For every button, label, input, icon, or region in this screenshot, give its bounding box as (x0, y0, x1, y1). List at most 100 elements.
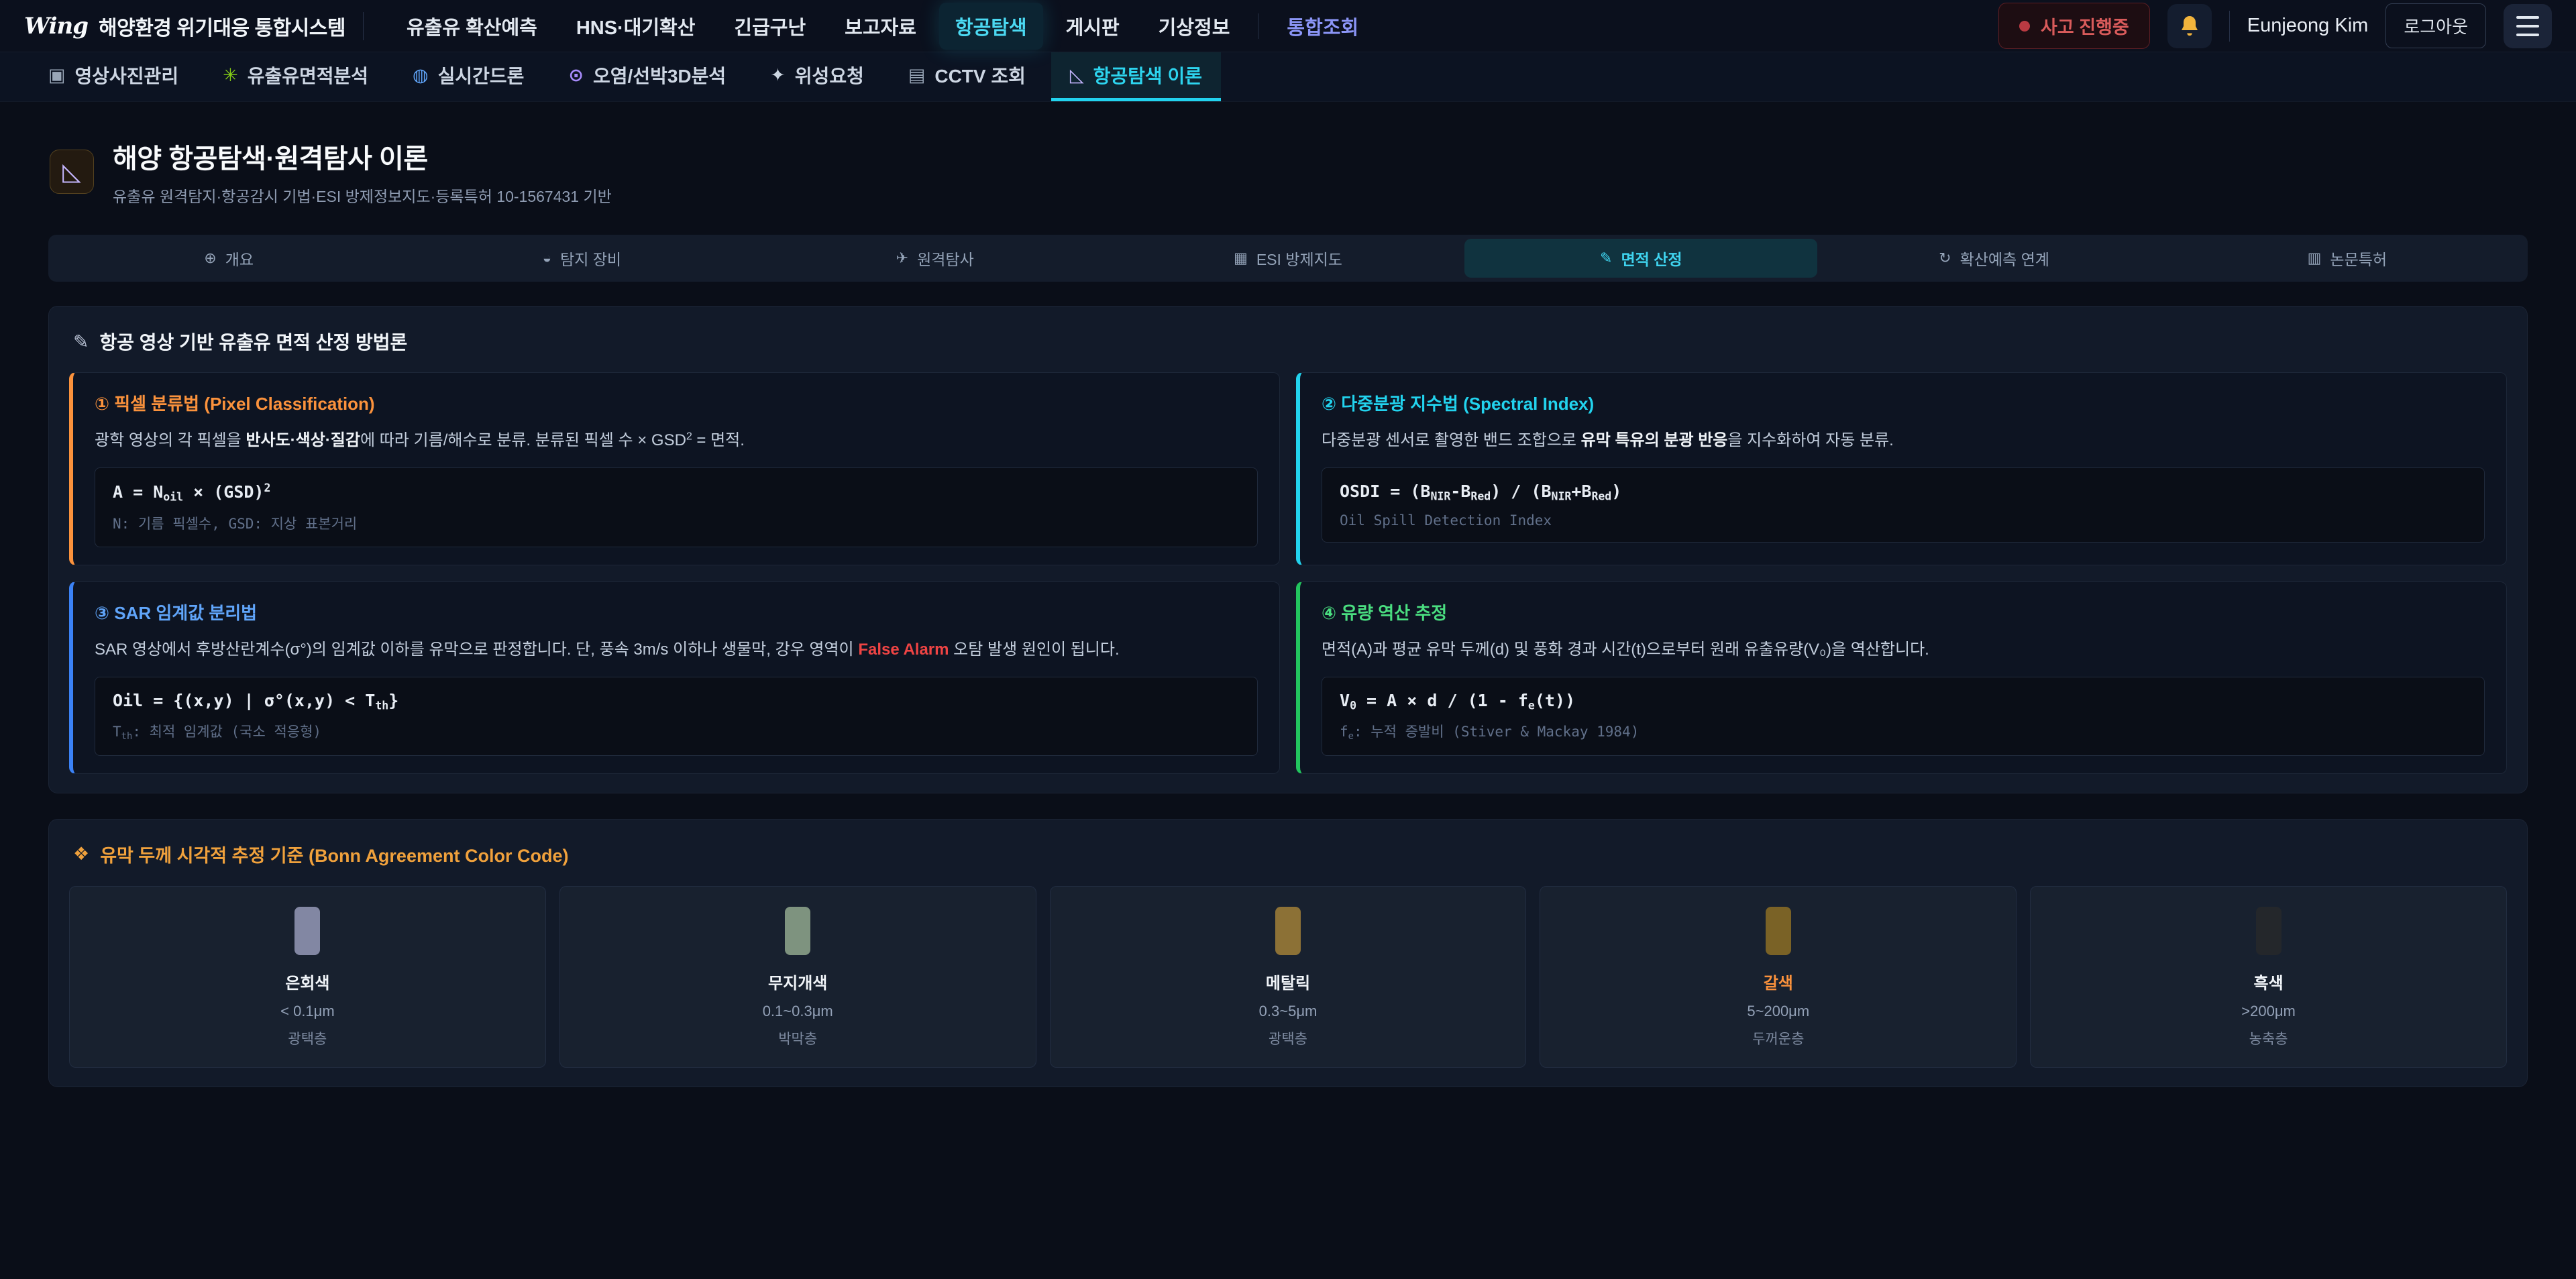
nav-item-weather-info[interactable]: 기상정보 (1142, 3, 1246, 50)
tab-papers-patents[interactable]: ▥논문특허 (2171, 239, 2524, 278)
tab-remote-sensing[interactable]: ✈원격탐사 (759, 239, 1112, 278)
bonn-grid: 은회색< 0.1μm광택층무지개색0.1~0.3μm박막층메탈릭0.3~5μm광… (69, 886, 2507, 1068)
formula-block: V0 = A × d / (1 - fe(t))fe: 누적 증발비 (Stiv… (1322, 677, 2485, 756)
bell-icon (2178, 14, 2202, 38)
methods-grid: ① 픽셀 분류법 (Pixel Classification)광학 영상의 각 … (69, 372, 2507, 774)
satellite-icon: ✦ (770, 65, 786, 86)
notifications-button[interactable] (2167, 4, 2212, 48)
ufo-icon: ◍ (413, 65, 429, 86)
method-card-title: ④ 유량 역산 추정 (1322, 600, 2485, 624)
tab-esi-map[interactable]: ▦ESI 방제지도 (1112, 239, 1464, 278)
bonn-thickness: 0.1~0.3μm (568, 1003, 1028, 1020)
top-nav: 유출유 확산예측HNS·대기확산긴급구난보고자료항공탐색게시판기상정보 통합조회 (390, 3, 1375, 50)
formula-text: OSDI = (BNIR-BRed) / (BNIR+BRed) (1340, 482, 2467, 503)
methods-panel: ✎ 항공 영상 기반 유출유 면적 산정 방법론 ① 픽셀 분류법 (Pixel… (48, 306, 2528, 793)
puzzle-icon: ✳ (223, 65, 238, 86)
nav-item-board[interactable]: 게시판 (1050, 3, 1136, 50)
formula-note: N: 기름 픽셀수, GSD: 지상 표본거리 (113, 513, 1240, 533)
nav-item-spill-forecast[interactable]: 유출유 확산예측 (390, 3, 553, 50)
subnav-item-oil-area-analysis[interactable]: ✳ 유출유면적분석 (204, 52, 387, 101)
bonn-thickness: 5~200μm (1548, 1003, 2008, 1020)
header-divider (363, 12, 364, 40)
bonn-card-metallic: 메탈릭0.3~5μm광택층 (1050, 886, 1527, 1068)
nav-item-emergency-rescue[interactable]: 긴급구난 (718, 3, 822, 50)
subnav-item-cctv-view[interactable]: ▤CCTV 조회 (890, 52, 1044, 101)
formula-note: Oil Spill Detection Index (1340, 512, 2467, 529)
tab-label: 탐지 장비 (560, 247, 621, 270)
bonn-thickness: >200μm (2039, 1003, 2498, 1020)
nav-item-aerial-search[interactable]: 항공탐색 (939, 3, 1043, 50)
subnav-item-label: 유출유면적분석 (248, 62, 368, 89)
method-card-body: SAR 영상에서 후방산란계수(σ°)의 임계값 이하를 유막으로 판정합니다.… (95, 638, 1258, 662)
camera-icon: ▣ (48, 65, 66, 86)
bonn-color-name: 무지개색 (568, 970, 1028, 993)
page-title-block: ◺ 해양 항공탐색·원격탐사 이론 유출유 원격탐지·항공감시 기법·ESI 방… (50, 137, 2526, 207)
bonn-card-rainbow: 무지개색0.1~0.3μm박막층 (559, 886, 1036, 1068)
tab-area-calculation[interactable]: ✎면적 산정 (1464, 239, 1817, 278)
methods-heading: ✎ 항공 영상 기반 유출유 면적 산정 방법론 (73, 328, 2503, 355)
main-content: ◺ 해양 항공탐색·원격탐사 이론 유출유 원격탐지·항공감시 기법·ESI 방… (0, 102, 2576, 1141)
top-header: Wing 해양환경 위기대응 통합시스템 유출유 확산예측HNS·대기확산긴급구… (0, 0, 2576, 52)
method-card-title: ② 다중분광 지수법 (Spectral Index) (1322, 390, 2485, 415)
tab-diffusion-link[interactable]: ↻확산예측 연계 (1817, 239, 2170, 278)
formula-text: A = Noil × (GSD)2 (113, 482, 1240, 504)
tab-detection-equipment[interactable]: ◒탐지 장비 (405, 239, 758, 278)
subnav-item-pollution-ship-3d[interactable]: ⊙ 오염/선박3D분석 (549, 52, 745, 101)
bonn-panel: ❖ 유막 두께 시각적 추정 기준 (Bonn Agreement Color … (48, 819, 2528, 1087)
logo-mark: Wing (24, 13, 88, 40)
bonn-layer: 광택층 (1059, 1028, 1518, 1048)
formula-block: OSDI = (BNIR-BRed) / (BNIR+BRed) Oil Spil… (1322, 467, 2485, 543)
subnav-item-label: CCTV 조회 (934, 62, 1026, 89)
tab-label: 면적 산정 (1621, 247, 1682, 270)
tab-label: 확산예측 연계 (1960, 247, 2049, 270)
hamburger-menu-button[interactable] (2504, 4, 2552, 48)
app-title: 해양환경 위기대응 통합시스템 (99, 11, 345, 41)
subnav-item-satellite-request[interactable]: ✦ 위성요청 (751, 52, 883, 101)
color-swatch (785, 907, 810, 955)
method-card-title: ③ SAR 임계값 분리법 (95, 600, 1258, 624)
subnav-item-label: 오염/선박3D분석 (593, 62, 726, 89)
methods-heading-label: 항공 영상 기반 유출유 면적 산정 방법론 (99, 328, 407, 355)
logo: Wing 해양환경 위기대응 통합시스템 (24, 11, 345, 41)
method-card-pixel-classification: ① 픽셀 분류법 (Pixel Classification)광학 영상의 각 … (69, 372, 1280, 565)
subnav-item-image-photo-mgmt[interactable]: ▣ 영상사진관리 (30, 52, 197, 101)
nav-item-reports[interactable]: 보고자료 (828, 3, 932, 50)
tab-overview[interactable]: ⊕개요 (52, 239, 405, 278)
books-icon: ▥ (2308, 249, 2322, 267)
theory-tab-bar: ⊕개요◒탐지 장비✈원격탐사▦ESI 방제지도✎면적 산정↻확산예측 연계▥논문… (48, 235, 2528, 282)
color-swatch (294, 907, 320, 955)
bonn-color-name: 흑색 (2039, 970, 2498, 993)
formula-text: Oil = {(x,y) | σ°(x,y) < Tth} (113, 691, 1240, 712)
subnav-item-label: 항공탐색 이론 (1093, 62, 1202, 89)
nav-item-hns-air-diffusion[interactable]: HNS·대기확산 (560, 3, 712, 50)
bonn-heading: ❖ 유막 두께 시각적 추정 기준 (Bonn Agreement Color … (73, 841, 2503, 867)
bonn-card-black: 흑색 >200μm 농축층 (2030, 886, 2507, 1068)
bonn-layer: 두꺼운층 (1548, 1028, 2008, 1048)
bonn-color-name: 메탈릭 (1059, 970, 1518, 993)
method-card-title: ① 픽셀 분류법 (Pixel Classification) (95, 390, 1258, 415)
bonn-color-name: 은회색 (78, 970, 537, 993)
subnav-item-label: 영상사진관리 (75, 62, 179, 89)
method-card-body: 다중분광 센서로 촬영한 밴드 조합으로 유막 특유의 분광 반응을 지수화하여… (1322, 429, 2485, 453)
palette-icon: ❖ (73, 844, 89, 865)
ruler-icon: ◺ (50, 150, 94, 194)
formula-block: A = Noil × (GSD)2 N: 기름 픽셀수, GSD: 지상 표본거리 (95, 467, 1258, 547)
color-swatch (1766, 907, 1791, 955)
tab-label: ESI 방제지도 (1256, 247, 1342, 270)
subnav-item-aerial-theory[interactable]: ◺ 항공탐색 이론 (1051, 52, 1221, 101)
subnav-item-label: 위성요청 (795, 62, 864, 89)
incident-status-badge[interactable]: 사고 진행중 (1998, 3, 2150, 49)
formula-note: Tth: 최적 임계값 (국소 적응형) (113, 721, 1240, 742)
plane-icon: ✈ (896, 249, 908, 267)
magnifier-icon: ⊙ (568, 65, 584, 86)
method-card-sar-threshold: ③ SAR 임계값 분리법 SAR 영상에서 후방산란계수(σ°)의 임계값 이하… (69, 581, 1280, 774)
logout-button[interactable]: 로그아웃 (2385, 3, 2486, 48)
formula-note: fe: 누적 증발비 (Stiver & Mackay 1984) (1340, 721, 2467, 742)
nav-item-integrated-search[interactable]: 통합조회 (1271, 3, 1375, 50)
incident-badge-label: 사고 진행중 (2041, 13, 2129, 39)
ruler-icon: ◺ (1070, 65, 1084, 86)
subnav-item-realtime-drone[interactable]: ◍실시간드론 (394, 52, 543, 101)
tab-label: 개요 (225, 247, 254, 270)
bonn-layer: 농축층 (2039, 1028, 2498, 1048)
incident-dot-icon (2019, 21, 2030, 32)
